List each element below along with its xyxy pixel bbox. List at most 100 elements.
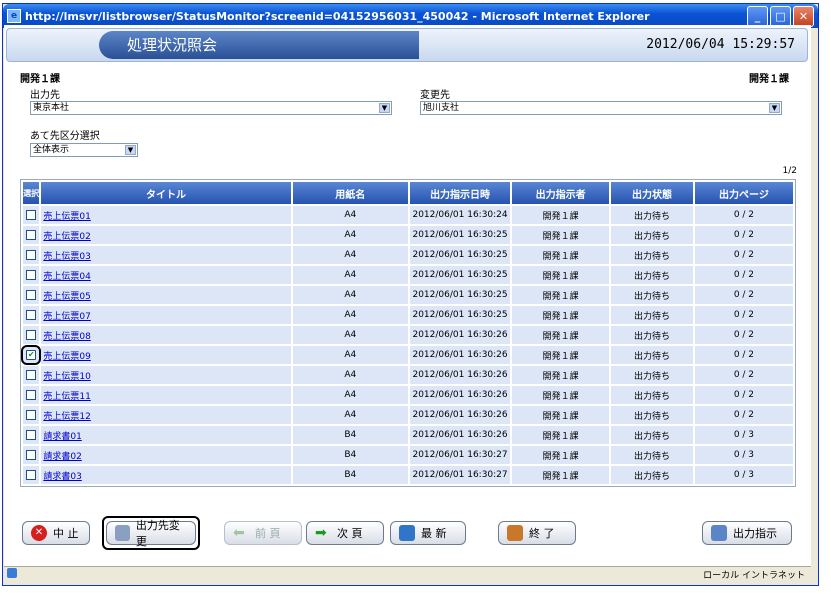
page-content: 処理状況照会 2012/06/04 15:29:57 開発１課 開発１課 出力先…	[4, 25, 811, 567]
user-dept-right: 開発１課	[749, 74, 789, 85]
title-cell: 売上伝票08	[41, 326, 291, 344]
datetime-cell: 2012/06/01 16:30:25	[410, 226, 511, 244]
datetime-cell: 2012/06/01 16:30:26	[410, 366, 511, 384]
row-checkbox[interactable]: ✔	[21, 344, 42, 365]
table-row: ✔ 売上伝票09 A4 2012/06/01 16:30:26 開発１課 出力待ち 0 / …	[21, 344, 793, 365]
title-link[interactable]: 売上伝票11	[43, 392, 90, 402]
state-cell: 出力待ち	[611, 386, 693, 404]
table-row: 請求書01 B4 2012/06/01 16:30:26 開発１課 出力待ち 0 / 3	[23, 426, 793, 444]
page-icon	[7, 568, 17, 578]
row-checkbox[interactable]	[26, 289, 37, 300]
datetime-display: 2012/06/04 15:29:57	[646, 37, 795, 52]
button-bar: ✕ 中 止 出力先変更 ⬅ 前 頁 ➡ 次 頁 最 新 終 了 出力指示	[6, 515, 808, 553]
table-row: 売上伝票01 A4 2012/06/01 16:30:24 開発１課 出力待ち 0 / 2	[23, 206, 793, 224]
maximize-button[interactable]: □	[770, 5, 791, 27]
stop-label: 中 止	[53, 527, 79, 540]
by-cell: 開発１課	[512, 326, 610, 344]
change-dest-button[interactable]: 出力先変更	[106, 519, 196, 548]
prev-page-button[interactable]: ⬅ 前 頁	[224, 521, 302, 545]
row-checkbox[interactable]	[26, 209, 37, 220]
paper-cell: A4	[292, 306, 409, 324]
paper-cell: A4	[292, 226, 409, 244]
col-datetime: 出力指示日時	[410, 182, 511, 204]
title-link[interactable]: 売上伝票04	[43, 272, 90, 282]
title-link[interactable]: 売上伝票08	[43, 332, 90, 342]
by-cell: 開発１課	[512, 246, 610, 264]
title-cell: 売上伝票07	[41, 306, 291, 324]
pages-cell: 0 / 2	[694, 206, 793, 224]
refresh-label: 最 新	[421, 527, 447, 540]
row-checkbox[interactable]	[26, 409, 37, 420]
filter-value: 全体表示	[33, 145, 70, 155]
chevron-down-icon: ▼	[769, 103, 780, 113]
paper-cell: A4	[292, 266, 409, 284]
next-label: 次 頁	[337, 527, 363, 540]
paper-cell: B4	[292, 426, 409, 444]
title-link[interactable]: 売上伝票05	[43, 292, 90, 302]
by-cell: 開発１課	[512, 406, 610, 424]
row-checkbox[interactable]	[26, 429, 37, 440]
row-checkbox[interactable]	[26, 249, 37, 260]
change-dest-select[interactable]: 旭川支社 ▼	[420, 101, 782, 115]
title-link[interactable]: 売上伝票07	[43, 312, 90, 322]
row-checkbox[interactable]	[26, 369, 37, 380]
refresh-button[interactable]: 最 新	[390, 521, 466, 545]
next-page-button[interactable]: ➡ 次 頁	[306, 521, 384, 545]
row-checkbox[interactable]	[26, 309, 37, 320]
row-checkbox[interactable]	[26, 329, 37, 340]
pages-cell: 0 / 3	[694, 446, 793, 464]
title-link[interactable]: 売上伝票02	[43, 232, 90, 242]
title-link[interactable]: 売上伝票01	[43, 212, 90, 222]
table-row: 売上伝票02 A4 2012/06/01 16:30:25 開発１課 出力待ち 0 / 2	[23, 226, 793, 244]
close-button[interactable]: ✕	[793, 5, 814, 27]
title-link[interactable]: 売上伝票10	[43, 372, 90, 382]
by-cell: 開発１課	[512, 446, 610, 464]
title-link[interactable]: 売上伝票09	[43, 352, 90, 362]
state-cell: 出力待ち	[611, 206, 693, 224]
exit-button[interactable]: 終 了	[498, 521, 576, 545]
arrow-right-icon: ➡	[315, 525, 327, 541]
table-row: 請求書03 B4 2012/06/01 16:30:27 開発１課 出力待ち 0 / 3	[23, 466, 793, 484]
title-link[interactable]: 請求書02	[43, 452, 81, 462]
title-cell: 売上伝票03	[41, 246, 291, 264]
state-cell: 出力待ち	[611, 426, 693, 444]
door-icon	[507, 525, 523, 541]
stop-button[interactable]: ✕ 中 止	[22, 521, 90, 545]
title-link[interactable]: 売上伝票03	[43, 252, 90, 262]
minimize-button[interactable]: _	[747, 5, 768, 27]
row-select-cell	[23, 406, 40, 424]
col-by: 出力指示者	[512, 182, 610, 204]
datetime-cell: 2012/06/01 16:30:27	[410, 446, 511, 464]
state-cell: 出力待ち	[611, 346, 693, 364]
title-link[interactable]: 請求書01	[43, 432, 81, 442]
by-cell: 開発１課	[512, 266, 610, 284]
row-select-cell	[23, 286, 40, 304]
output-dest-select[interactable]: 東京本社 ▼	[30, 101, 392, 115]
output-instruct-button[interactable]: 出力指示	[702, 521, 792, 545]
title-link[interactable]: 売上伝票12	[43, 412, 90, 422]
row-checkbox[interactable]	[26, 469, 37, 480]
page-header: 処理状況照会 2012/06/04 15:29:57	[6, 28, 808, 62]
change-dest-label: 変更先	[420, 90, 450, 101]
pages-cell: 0 / 2	[694, 246, 793, 264]
datetime-cell: 2012/06/01 16:30:26	[410, 326, 511, 344]
filter-select[interactable]: 全体表示 ▼	[30, 143, 138, 157]
state-cell: 出力待ち	[611, 366, 693, 384]
by-cell: 開発１課	[512, 386, 610, 404]
refresh-icon	[399, 525, 415, 541]
row-select-cell	[23, 266, 40, 284]
row-checkbox[interactable]	[26, 389, 37, 400]
title-link[interactable]: 請求書03	[43, 472, 81, 482]
row-checkbox[interactable]	[26, 229, 37, 240]
datetime-cell: 2012/06/01 16:30:25	[410, 286, 511, 304]
row-checkbox[interactable]	[26, 269, 37, 280]
row-checkbox[interactable]	[26, 449, 37, 460]
row-select-cell	[23, 386, 40, 404]
col-title: タイトル	[41, 182, 291, 204]
state-cell: 出力待ち	[611, 466, 693, 484]
row-select-cell	[23, 446, 40, 464]
state-cell: 出力待ち	[611, 286, 693, 304]
paper-cell: A4	[292, 366, 409, 384]
page-title: 処理状況照会	[99, 31, 419, 59]
row-select-cell	[23, 246, 40, 264]
